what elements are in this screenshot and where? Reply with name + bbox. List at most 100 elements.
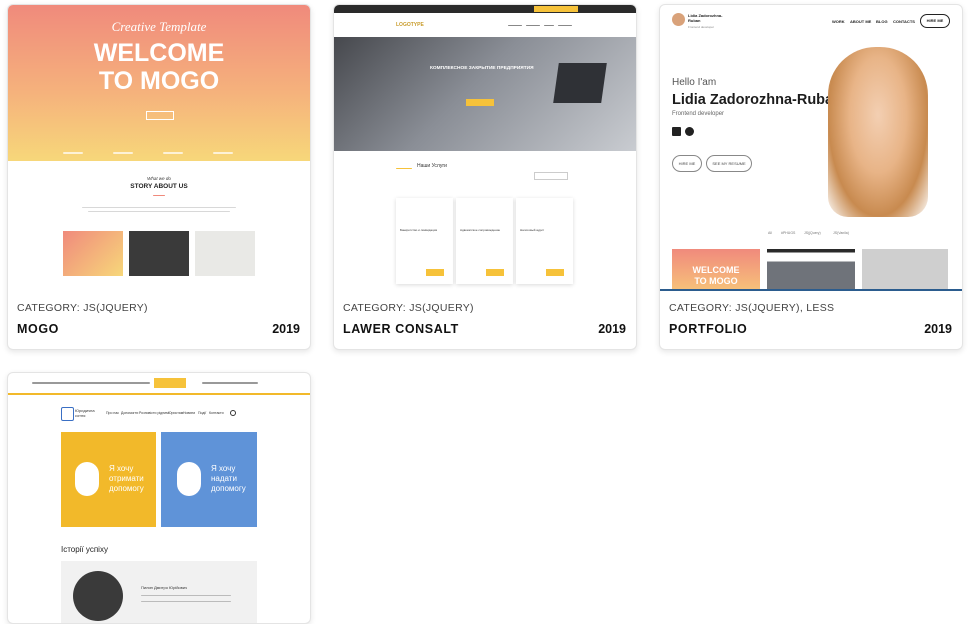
- mogo-text-line: [82, 207, 236, 208]
- portfolio-filter-vanila: JS(Vanila): [833, 231, 849, 235]
- mogo-headline-1: WELCOME: [93, 39, 225, 67]
- linkedin-icon: [672, 127, 681, 136]
- portfolio-mini-card-blank: [862, 249, 948, 291]
- lawer-topbar-cta: [534, 6, 578, 12]
- lawer-nav-item: [544, 25, 554, 26]
- search-icon: [230, 410, 236, 416]
- project-thumbnail[interactable]: Creative Template WELCOME TO MOGO What w…: [8, 5, 310, 291]
- portfolio-mini-card-lawer: [767, 249, 855, 291]
- project-card-mogo[interactable]: Creative Template WELCOME TO MOGO What w…: [7, 4, 311, 350]
- mogo-headline-2: TO MOGO: [98, 67, 220, 95]
- portfolio-filter-phugs: #PHUGS: [781, 231, 796, 235]
- mini-mogo-headline-1: WELCOME: [692, 265, 740, 275]
- project-title[interactable]: PORTFOLIO: [669, 322, 747, 336]
- lawer-section-mark: [396, 168, 412, 169]
- legal-story-card: Пилип Дмитро Юрійович: [61, 561, 257, 623]
- legal-nav: Про нас: [106, 411, 120, 415]
- mogo-hero-stats: [8, 145, 310, 161]
- legal-nav: Юристам: [168, 411, 184, 415]
- legal-nav: Новини: [183, 411, 196, 415]
- portfolio-photo: [828, 47, 928, 217]
- legal-logo-text: Юридична сотня: [75, 408, 95, 418]
- legal-tile-give-help-text: Я хочу надати допомогу: [211, 464, 246, 493]
- legal-nav: Допомогти: [121, 411, 139, 415]
- legal-topbar-button: [154, 378, 186, 388]
- project-year: 2019: [272, 322, 300, 336]
- project-title[interactable]: LAWER CONSALT: [343, 322, 459, 336]
- portfolio-name: Lidia Zadorozhna-Ruban: [672, 92, 842, 108]
- lawer-service-card-button: [546, 269, 564, 276]
- mogo-section-kicker: What we do: [147, 176, 171, 181]
- lawer-nav-item: [526, 25, 540, 26]
- lawer-service-card-title: Банкротство и ликвидация: [400, 228, 438, 232]
- mogo-section-title: STORY ABOUT US: [130, 183, 188, 190]
- portfolio-nav-hire-button: HIRE ME: [920, 14, 950, 28]
- project-title[interactable]: MOGO: [17, 322, 59, 336]
- lawer-section-title: Наши Услуги: [417, 163, 447, 169]
- mogo-gallery-image: [195, 231, 255, 276]
- lawer-service-card-title: Налоговый аудит: [520, 228, 545, 232]
- project-category: CATEGORY: JS(JQUERY), LESS: [669, 302, 835, 314]
- hand-icon: [177, 462, 201, 496]
- portfolio-filter-jquery: JS(jQuery): [804, 231, 821, 235]
- portfolio-greeting: Hello I'am: [672, 77, 717, 88]
- legal-nav: Контакти: [209, 411, 224, 415]
- lawer-service-card-button: [486, 269, 504, 276]
- lawer-service-card: Налоговый аудит: [516, 198, 573, 284]
- legal-story-avatar: [73, 571, 123, 621]
- project-card-legal-hundred[interactable]: Юридична сотня Про нас Допомогти Розпові…: [7, 372, 311, 624]
- lawer-service-card-button: [426, 269, 444, 276]
- project-thumbnail[interactable]: Lidia Zadorozhna-Ruban Frontend develope…: [660, 5, 962, 291]
- lawer-nav-item: [558, 25, 572, 26]
- portfolio-hire-button: HIRE ME: [672, 155, 702, 172]
- legal-tile-get-help-text: Я хочу отримати допомогу: [109, 464, 144, 493]
- portfolio-brand-name: Lidia Zadorozhna-Ruban: [688, 13, 723, 23]
- legal-tile-give-help: Я хочу надати допомогу: [161, 432, 257, 527]
- mini-mogo-headline-2: TO MOGO: [694, 276, 738, 286]
- portfolio-thumb-border: [660, 289, 962, 291]
- portfolio-nav-work: WORK: [832, 19, 845, 24]
- lawer-topbar: [334, 5, 636, 13]
- legal-nav: Події: [198, 411, 207, 415]
- project-year: 2019: [598, 322, 626, 336]
- lawer-service-card-title: Адвокатское сопровождение: [460, 228, 501, 232]
- mogo-gallery-image: [63, 231, 123, 276]
- portfolio-nav-blog: BLOG: [876, 19, 888, 24]
- lawer-service-card: Адвокатское сопровождение: [456, 198, 513, 284]
- legal-topbar-phone: [202, 382, 258, 384]
- project-card-portfolio[interactable]: Lidia Zadorozhna-Ruban Frontend develope…: [659, 4, 963, 350]
- portfolio-nav-about: ABOUT ME: [850, 19, 872, 24]
- lawer-logo: LOGOTYPE: [396, 22, 424, 28]
- portfolio-filter-all: All: [768, 231, 772, 235]
- mogo-text-line: [88, 211, 230, 212]
- mogo-script-title: Creative Template: [111, 19, 207, 34]
- legal-topbar-text: [32, 382, 150, 384]
- github-icon: [685, 127, 694, 136]
- mogo-learn-more-button: [146, 111, 174, 120]
- project-thumbnail[interactable]: Юридична сотня Про нас Допомогти Розпові…: [8, 373, 310, 623]
- project-category: CATEGORY: JS(JQUERY): [17, 302, 148, 314]
- project-category: CATEGORY: JS(JQUERY): [343, 302, 474, 314]
- portfolio-mini-card-mogo: WELCOME TO MOGO: [672, 249, 760, 291]
- legal-logo-mark: [61, 407, 74, 421]
- portfolio-avatar: [672, 13, 685, 26]
- lawer-hero-heading: КОМПЛЕКСНОЕ ЗАКРЫТИЕ ПРЕДПРИЯТИЯ: [430, 66, 534, 71]
- hand-icon: [75, 462, 99, 496]
- legal-tile-get-help: Я хочу отримати допомогу: [61, 432, 156, 527]
- lawer-section-button: [534, 172, 568, 180]
- portfolio-brand-role: Frontend developer: [688, 25, 715, 29]
- legal-story-line: [141, 595, 231, 596]
- lawer-laptop: [553, 63, 607, 103]
- lawer-hero-button: [466, 99, 494, 106]
- legal-story-person: Пилип Дмитро Юрійович: [141, 585, 188, 590]
- legal-story-line: [141, 601, 231, 602]
- legal-nav: Розповісти рідним: [139, 411, 169, 415]
- legal-topbar-border: [8, 393, 310, 395]
- portfolio-resume-button: SEE MY RESUME: [706, 155, 752, 172]
- legal-section-title: Історії успіху: [61, 545, 108, 554]
- lawer-nav-item: [508, 25, 522, 26]
- mogo-gallery-image: [129, 231, 189, 276]
- project-thumbnail[interactable]: LOGOTYPE КОМПЛЕКСНОЕ ЗАКРЫТИЕ ПРЕДПРИЯТИ…: [334, 5, 636, 291]
- mogo-title-underline: [153, 195, 165, 196]
- project-card-lawer-consalt[interactable]: LOGOTYPE КОМПЛЕКСНОЕ ЗАКРЫТИЕ ПРЕДПРИЯТИ…: [333, 4, 637, 350]
